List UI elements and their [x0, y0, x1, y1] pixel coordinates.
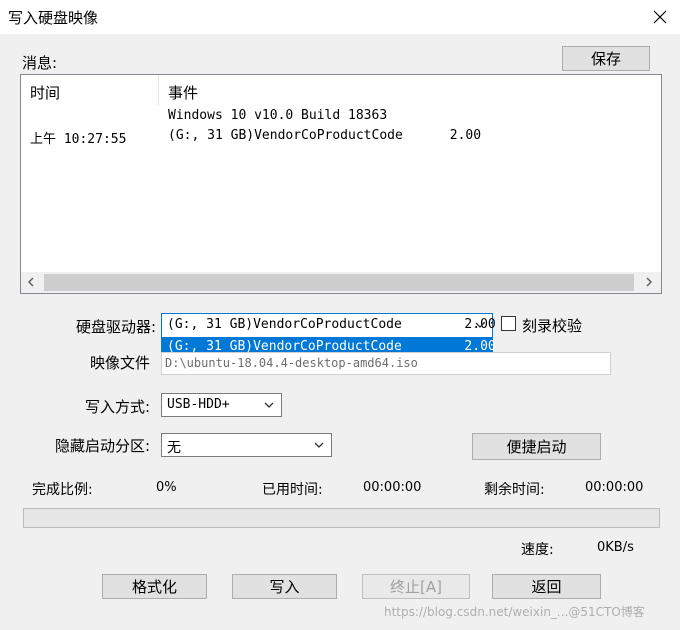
image-file-label: 映像文件	[89, 354, 150, 372]
window-title: 写入硬盘映像	[8, 9, 99, 27]
remaining-label: 剩余时间:	[484, 482, 545, 498]
title-bar	[0, 0, 680, 34]
chevron-down-icon	[313, 439, 325, 455]
chevron-down-icon	[263, 399, 275, 415]
watermark: https://blog.csdn.net/weixin_...@51CTO博客	[384, 605, 645, 619]
column-header-event: 事件	[168, 84, 199, 102]
close-button[interactable]	[640, 0, 680, 34]
scroll-right-icon[interactable]	[644, 276, 654, 288]
hidden-partition-value: 无	[167, 440, 181, 456]
log-event: (G:, 31 GB)VendorCoProductCode 2.00	[168, 128, 482, 143]
elapsed-label: 已用时间:	[262, 482, 323, 498]
scroll-thumb[interactable]	[44, 274, 634, 291]
verify-label: 刻录校验	[522, 317, 583, 335]
log-time: 上午 10:27:55	[30, 132, 127, 147]
save-button[interactable]: 保存	[562, 46, 650, 71]
message-log	[20, 74, 662, 294]
close-icon	[653, 10, 667, 24]
hidden-partition-select[interactable]: 无	[161, 433, 332, 457]
progress-value: 0%	[156, 480, 177, 495]
drive-select[interactable]: (G:, 31 GB)VendorCoProductCode 2.00	[161, 313, 496, 338]
abort-button[interactable]: 终止[A]	[362, 574, 470, 599]
write-method-label: 写入方式:	[84, 398, 150, 416]
speed-label: 速度:	[521, 542, 554, 558]
scroll-left-icon[interactable]	[26, 276, 36, 288]
progress-label: 完成比例:	[32, 482, 93, 498]
drive-label: 硬盘驱动器:	[75, 318, 156, 336]
chevron-down-icon	[474, 319, 486, 335]
hidden-partition-label: 隐藏启动分区:	[54, 437, 150, 455]
elapsed-value: 00:00:00	[363, 480, 422, 495]
drive-selected-value: (G:, 31 GB)VendorCoProductCode 2.00	[167, 317, 496, 332]
speed-value: 0KB/s	[597, 540, 634, 555]
image-file-field[interactable]: D:\ubuntu-18.04.4-desktop-amd64.iso	[161, 352, 611, 375]
format-button[interactable]: 格式化	[102, 574, 207, 599]
write-button[interactable]: 写入	[232, 574, 337, 599]
column-divider	[158, 75, 159, 105]
write-method-value: USB-HDD+	[167, 397, 230, 412]
write-method-select[interactable]: USB-HDD+	[161, 393, 282, 417]
remaining-value: 00:00:00	[585, 480, 644, 495]
back-button[interactable]: 返回	[492, 574, 601, 599]
progress-bar	[23, 508, 660, 528]
messages-label: 消息:	[22, 54, 58, 72]
quick-boot-button[interactable]: 便捷启动	[472, 433, 601, 460]
image-file-value: D:\ubuntu-18.04.4-desktop-amd64.iso	[165, 356, 418, 370]
column-header-time: 时间	[30, 84, 61, 102]
log-event: Windows 10 v10.0 Build 18363	[168, 108, 388, 123]
verify-checkbox[interactable]	[501, 316, 516, 331]
